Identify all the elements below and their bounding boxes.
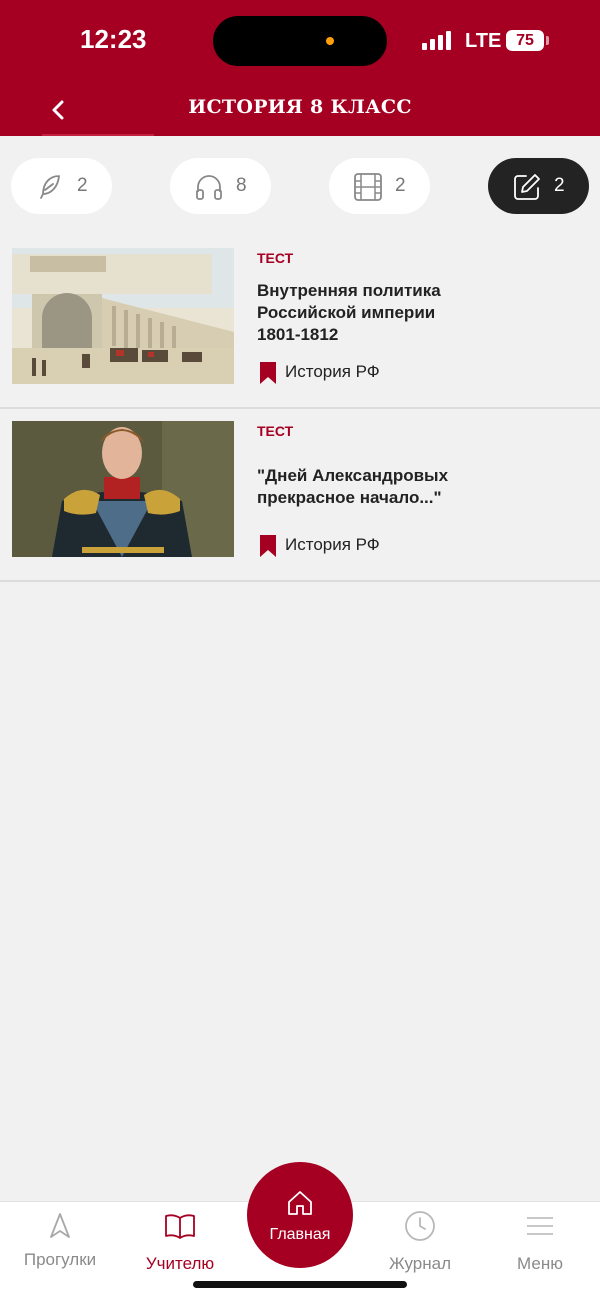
item-tag-label: История РФ bbox=[285, 362, 380, 381]
battery-icon: 75 bbox=[506, 30, 544, 51]
film-icon bbox=[354, 173, 382, 201]
item-title: "Дней Александровых прекрасное начало...… bbox=[257, 466, 449, 507]
home-button[interactable]: Главная bbox=[247, 1162, 353, 1268]
filter-count: 2 bbox=[77, 175, 88, 196]
tab-label: Журнал bbox=[388, 1254, 452, 1273]
item-type-label: ТЕСТ bbox=[257, 423, 294, 439]
menu-icon bbox=[527, 1217, 553, 1235]
bookmark-icon bbox=[260, 535, 276, 557]
bookmark-icon bbox=[260, 362, 276, 384]
headphones-icon bbox=[196, 175, 222, 200]
filter-chip-audio[interactable]: 8 bbox=[170, 158, 271, 214]
content-list: ТЕСТ Внутренняя политика Российской импе… bbox=[0, 236, 600, 582]
tab-label: Учителю bbox=[145, 1254, 215, 1273]
status-time: 12:23 bbox=[80, 24, 147, 54]
home-label: Главная bbox=[269, 1226, 331, 1243]
list-item[interactable]: ТЕСТ "Дней Александровых прекрасное нача… bbox=[0, 409, 600, 582]
network-label: LTE bbox=[465, 30, 502, 52]
book-icon bbox=[165, 1214, 195, 1239]
signal-icon bbox=[422, 30, 454, 50]
item-type-label: ТЕСТ bbox=[257, 250, 294, 266]
tab-label: Прогулки bbox=[23, 1250, 97, 1269]
item-title: Внутренняя политика Российской империи 1… bbox=[257, 281, 441, 344]
dynamic-island bbox=[213, 16, 387, 66]
tab-label: Меню bbox=[517, 1254, 563, 1273]
filter-count: 8 bbox=[236, 175, 247, 196]
edit-icon bbox=[514, 174, 540, 200]
tab-walks[interactable]: Прогулки bbox=[0, 1202, 120, 1301]
item-tag-label: История РФ bbox=[285, 535, 380, 554]
list-item[interactable]: ТЕСТ Внутренняя политика Российской импе… bbox=[0, 236, 600, 409]
app-header: 12:23 LTE 75 ИСТОРИЯ 8 КЛАСС bbox=[0, 0, 600, 136]
filter-bar: 2 8 2 2 bbox=[0, 158, 600, 216]
filter-count: 2 bbox=[395, 175, 406, 196]
navigation-arrow-icon bbox=[50, 1213, 70, 1238]
thumbnail-image bbox=[12, 421, 234, 557]
home-indicator bbox=[193, 1281, 407, 1288]
tab-menu[interactable]: Меню bbox=[480, 1202, 600, 1301]
thumbnail-image bbox=[12, 248, 234, 384]
home-icon bbox=[288, 1191, 312, 1215]
filter-chip-tests[interactable]: 2 bbox=[488, 158, 589, 214]
page-title: ИСТОРИЯ 8 КЛАСС bbox=[188, 96, 412, 118]
filter-chip-video[interactable]: 2 bbox=[329, 158, 430, 214]
filter-count: 2 bbox=[554, 175, 565, 196]
filter-chip-articles[interactable]: 2 bbox=[11, 158, 112, 214]
clock-icon bbox=[405, 1211, 435, 1241]
feather-icon bbox=[40, 175, 60, 199]
